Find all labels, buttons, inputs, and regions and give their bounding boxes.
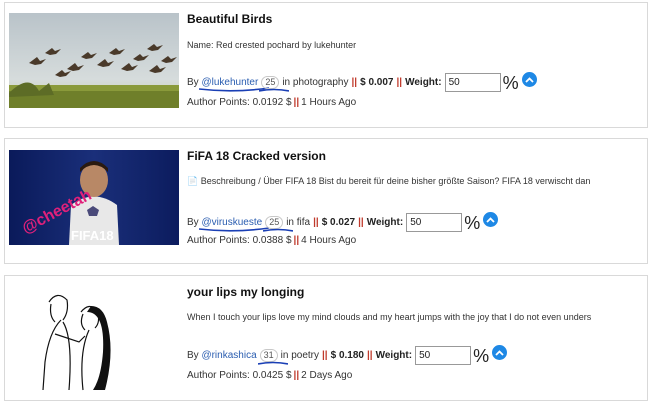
weight-input[interactable]: 50 (444, 73, 501, 92)
payout-value: $ 0.027 (321, 217, 356, 228)
payout-value: $ 0.007 (360, 77, 394, 88)
weight-label: Weight: (405, 77, 442, 88)
payout-value: $ 0.180 (330, 350, 364, 361)
post-description: 📄 Beschreibung / Über FIFA 18 Bist du be… (187, 176, 591, 186)
weight-input[interactable]: 50 (406, 213, 463, 232)
post-card: Beautiful Birds Name: Red crested pochar… (4, 2, 648, 128)
post-title[interactable]: FiFA 18 Cracked version (187, 149, 326, 163)
post-card: @cheetah FIFA18 FiFA 18 Cracked version … (4, 138, 648, 264)
post-title[interactable]: your lips my longing (187, 285, 304, 299)
post-card: your lips my longing When I touch your l… (4, 275, 648, 401)
category-label: in poetry (280, 350, 319, 361)
post-thumbnail[interactable] (9, 282, 139, 392)
author-link[interactable]: @lukehunter (199, 77, 270, 92)
separator: || (366, 350, 373, 361)
flying-birds-photo-icon (9, 13, 179, 108)
percent-sign: % (502, 72, 519, 93)
author-link[interactable]: @viruskueste (199, 217, 270, 232)
author-link[interactable]: @rinkashica (201, 350, 256, 361)
chevron-up-icon (495, 349, 504, 356)
reputation-badge: 25 (263, 216, 294, 232)
percent-sign: % (464, 212, 481, 233)
author-points: Author Points: 0.0388 $ || 4 Hours Ago (187, 235, 357, 246)
vote-button[interactable] (521, 72, 537, 87)
post-meta: By @rinkashica 31 in poetry || $ 0.180 |… (187, 345, 508, 366)
weight-label: Weight: (375, 350, 413, 361)
chevron-up-icon (486, 216, 495, 223)
post-meta: By @viruskueste 25 in fifa || $ 0.027 ||… (187, 212, 499, 233)
weight-input[interactable]: 50 (415, 346, 472, 365)
underline-mark (257, 361, 288, 365)
post-thumbnail[interactable] (9, 13, 179, 108)
couple-sketch-image-icon (9, 282, 139, 392)
by-label: By (187, 77, 199, 88)
chevron-up-icon (524, 76, 534, 83)
underline-mark (199, 227, 270, 232)
by-label: By (187, 217, 199, 228)
thumb-logo-text: FIFA18 (71, 228, 114, 243)
separator: || (313, 217, 319, 228)
post-thumbnail[interactable]: @cheetah FIFA18 (9, 150, 179, 245)
separator: || (351, 77, 358, 88)
post-description: Name: Red crested pochard by lukehunter (187, 40, 357, 50)
author-points: Author Points: 0.0425 $ || 2 Days Ago (187, 370, 353, 381)
post-meta: By @lukehunter 25 in photography || $ 0.… (187, 72, 537, 93)
vote-button[interactable] (492, 345, 508, 360)
vote-button[interactable] (483, 212, 499, 227)
post-description: When I touch your lips love my mind clou… (187, 312, 592, 322)
by-label: By (187, 350, 199, 361)
reputation-badge: 31 (257, 349, 288, 365)
percent-sign: % (473, 345, 490, 366)
author-points: Author Points: 0.0192 $ || 1 Hours Ago (187, 97, 357, 108)
category-label: in fifa (286, 217, 311, 228)
separator: || (396, 77, 403, 88)
underline-mark (259, 88, 290, 92)
separator: || (358, 217, 364, 228)
reputation-badge: 25 (259, 76, 290, 92)
separator: || (322, 350, 328, 361)
weight-label: Weight: (366, 217, 404, 228)
underline-mark (263, 228, 294, 232)
category-label: in photography (282, 77, 349, 88)
post-title[interactable]: Beautiful Birds (187, 12, 272, 26)
fifa-cover-image-icon: @cheetah FIFA18 (9, 150, 179, 245)
